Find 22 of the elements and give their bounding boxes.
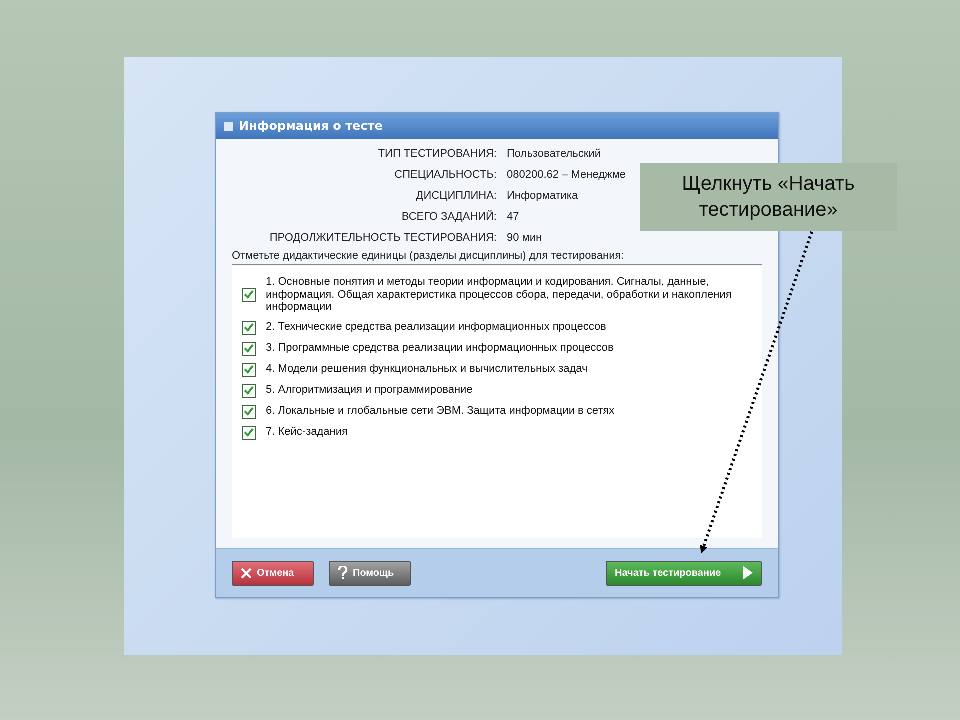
window-title: Информация о тесте (239, 119, 383, 133)
instruction-text: Отметьте дидактические единицы (разделы дисциплины) для тестирования: (232, 250, 762, 265)
info-value: 90 мин (507, 232, 544, 244)
info-label: ВСЕГО ЗАДАНИЙ: (400, 210, 497, 222)
info-label: ДИСЦИПЛИНА: (415, 190, 497, 202)
info-label: СПЕЦИАЛЬНОСТЬ: (394, 168, 497, 180)
section-label: 5. Алгоритмизация и программирование (266, 384, 473, 397)
section-label: 6. Локальные и глобальные сети ЭВМ. Защита информации в сетях (266, 405, 615, 418)
info-label: ТИП ТЕСТИРОВАНИЯ: (377, 148, 497, 160)
section-label: 2. Технические средства реализации информационных процессов (266, 321, 606, 334)
section-label: 3. Программные средства реализации информационных процессов (266, 342, 614, 355)
cancel-button[interactable]: Отмена (232, 560, 314, 586)
start-button[interactable]: Начать тестирование (606, 560, 762, 586)
info-value: Пользовательский (507, 148, 602, 160)
section-label: 1. Основные понятия и методы теории информации и кодирования. Сигналы, данные, информация. Общая характеристика процессов сбора, передачи, обработки и накопления информации (266, 276, 733, 314)
info-value: 080200.62 – Менеджме (507, 168, 628, 180)
section-label: 4. Модели решения функциональных и вычислительных задач (266, 363, 588, 376)
info-label: ПРОДОЛЖИТЕЛЬНОСТЬ ТЕСТИРОВАНИЯ: (268, 232, 497, 244)
callout-text: Щелкнуть «Начать тестирование» (681, 172, 856, 223)
help-button[interactable]: Помощь (329, 560, 411, 586)
info-value: Информатика (507, 190, 580, 202)
section-label: 7. Кейс-задания (266, 426, 348, 439)
